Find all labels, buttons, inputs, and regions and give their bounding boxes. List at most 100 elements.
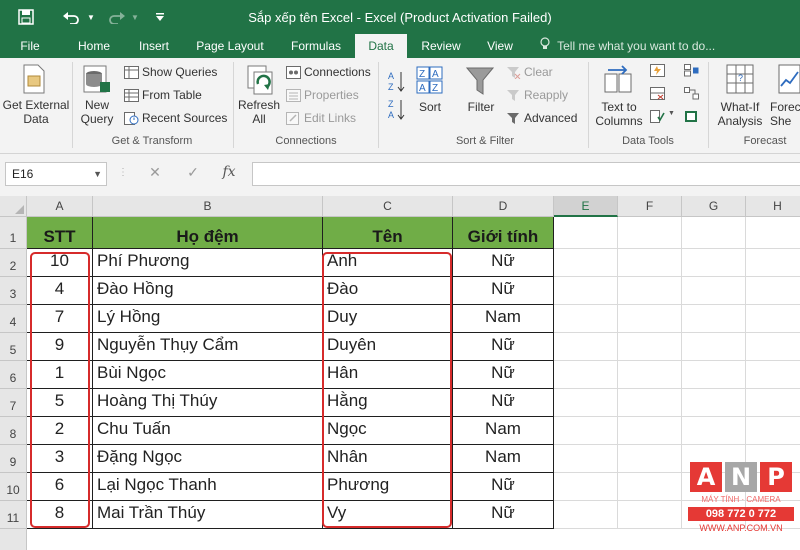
data-cell-a[interactable]: 9 <box>27 333 93 361</box>
refresh-all-button[interactable]: Refresh All <box>236 98 282 126</box>
data-cell-c[interactable]: Duyên <box>323 333 453 361</box>
data-validation-icon[interactable] <box>650 110 665 123</box>
row-header-11[interactable]: 11 <box>0 501 27 529</box>
data-validation-dropdown-icon[interactable]: ▼ <box>668 110 683 123</box>
clear-filter-button[interactable]: Clear <box>524 63 553 81</box>
tab-home[interactable]: Home <box>70 34 118 58</box>
cell[interactable] <box>682 389 746 417</box>
header-cell-d[interactable]: Giới tính <box>453 217 554 249</box>
data-cell-a[interactable]: 2 <box>27 417 93 445</box>
data-cell-c[interactable]: Hân <box>323 361 453 389</box>
tell-me-box[interactable]: Tell me what you want to do... <box>540 34 715 58</box>
data-cell-b[interactable]: Đặng Ngọc <box>93 445 323 473</box>
cell[interactable] <box>746 333 800 361</box>
cell[interactable] <box>618 417 682 445</box>
column-header-f[interactable]: F <box>618 196 682 217</box>
enter-icon[interactable]: ✓ <box>182 164 204 184</box>
cell[interactable] <box>554 445 618 473</box>
get-external-data-button[interactable]: Get External Data <box>2 98 70 126</box>
cell[interactable] <box>746 217 800 249</box>
data-cell-a[interactable]: 6 <box>27 473 93 501</box>
cell[interactable] <box>746 361 800 389</box>
row-header-9[interactable]: 9 <box>0 445 27 473</box>
cell[interactable] <box>554 333 618 361</box>
row-header-8[interactable]: 8 <box>0 417 27 445</box>
column-header-c[interactable]: C <box>323 196 453 217</box>
select-all-corner[interactable] <box>0 196 27 217</box>
cell[interactable] <box>618 445 682 473</box>
cell[interactable] <box>746 249 800 277</box>
data-cell-d[interactable]: Nam <box>453 305 554 333</box>
data-cell-c[interactable]: Phương <box>323 473 453 501</box>
from-table-button[interactable]: From Table <box>142 86 202 104</box>
data-cell-d[interactable]: Nam <box>453 417 554 445</box>
cell[interactable] <box>554 217 618 249</box>
tab-page-layout[interactable]: Page Layout <box>188 34 272 58</box>
flash-fill-icon[interactable] <box>650 64 665 77</box>
row-header-10[interactable]: 10 <box>0 473 27 501</box>
sort-za-icon[interactable]: ZA <box>388 98 406 125</box>
cell[interactable] <box>746 389 800 417</box>
cell[interactable] <box>682 361 746 389</box>
formula-input[interactable] <box>252 162 800 186</box>
text-to-columns-button[interactable]: Text to Columns <box>592 100 646 128</box>
cell[interactable] <box>746 305 800 333</box>
cell[interactable] <box>618 217 682 249</box>
data-cell-d[interactable]: Nữ <box>453 389 554 417</box>
data-cell-a[interactable]: 10 <box>27 249 93 277</box>
row-header-6[interactable]: 6 <box>0 361 27 389</box>
relationships-icon[interactable] <box>684 87 699 100</box>
cell[interactable] <box>618 277 682 305</box>
reapply-button[interactable]: Reapply <box>524 86 568 104</box>
header-cell-a[interactable]: STT <box>27 217 93 249</box>
tab-data[interactable]: Data <box>355 34 407 58</box>
data-cell-b[interactable]: Phí Phương <box>93 249 323 277</box>
data-cell-c[interactable]: Đào <box>323 277 453 305</box>
data-cell-b[interactable]: Lý Hồng <box>93 305 323 333</box>
data-cell-a[interactable]: 1 <box>27 361 93 389</box>
data-cell-d[interactable]: Nữ <box>453 333 554 361</box>
cell[interactable] <box>554 501 618 529</box>
data-cell-c[interactable]: Hằng <box>323 389 453 417</box>
row-header-blank[interactable] <box>0 529 27 550</box>
tab-file[interactable]: File <box>10 34 50 58</box>
edit-links-button[interactable]: Edit Links <box>304 109 356 127</box>
cell[interactable] <box>618 249 682 277</box>
row-header-3[interactable]: 3 <box>0 277 27 305</box>
filter-button[interactable]: Filter <box>460 100 502 114</box>
data-cell-d[interactable]: Nữ <box>453 501 554 529</box>
data-cell-b[interactable]: Mai Trần Thúy <box>93 501 323 529</box>
data-cell-c[interactable]: Vy <box>323 501 453 529</box>
cell[interactable] <box>554 417 618 445</box>
row-header-7[interactable]: 7 <box>0 389 27 417</box>
what-if-analysis-button[interactable]: What-If Analysis <box>710 100 770 128</box>
cell[interactable] <box>554 249 618 277</box>
data-cell-a[interactable]: 3 <box>27 445 93 473</box>
forecast-sheet-button[interactable]: Forec She <box>770 100 800 128</box>
cell[interactable] <box>618 305 682 333</box>
column-header-b[interactable]: B <box>93 196 323 217</box>
cancel-icon[interactable]: ✕ <box>144 164 166 184</box>
cell[interactable] <box>554 389 618 417</box>
cell[interactable] <box>682 333 746 361</box>
name-box[interactable]: E16 ▼ <box>5 162 107 186</box>
data-cell-c[interactable]: Anh <box>323 249 453 277</box>
cell[interactable] <box>682 249 746 277</box>
data-cell-c[interactable]: Duy <box>323 305 453 333</box>
cell[interactable] <box>682 305 746 333</box>
advanced-filter-button[interactable]: Advanced <box>524 109 577 127</box>
insert-function-icon[interactable]: fx <box>218 164 240 184</box>
data-cell-c[interactable]: Nhân <box>323 445 453 473</box>
show-queries-button[interactable]: Show Queries <box>142 63 217 81</box>
data-cell-c[interactable]: Ngọc <box>323 417 453 445</box>
cell[interactable] <box>618 473 682 501</box>
data-cell-d[interactable]: Nam <box>453 445 554 473</box>
data-cell-b[interactable]: Nguyễn Thụy Cẩm <box>93 333 323 361</box>
cell[interactable] <box>682 417 746 445</box>
consolidate-icon[interactable] <box>684 64 699 77</box>
header-cell-c[interactable]: Tên <box>323 217 453 249</box>
column-header-a[interactable]: A <box>27 196 93 217</box>
cell[interactable] <box>746 417 800 445</box>
tab-insert[interactable]: Insert <box>130 34 178 58</box>
column-header-h[interactable]: H <box>746 196 800 217</box>
